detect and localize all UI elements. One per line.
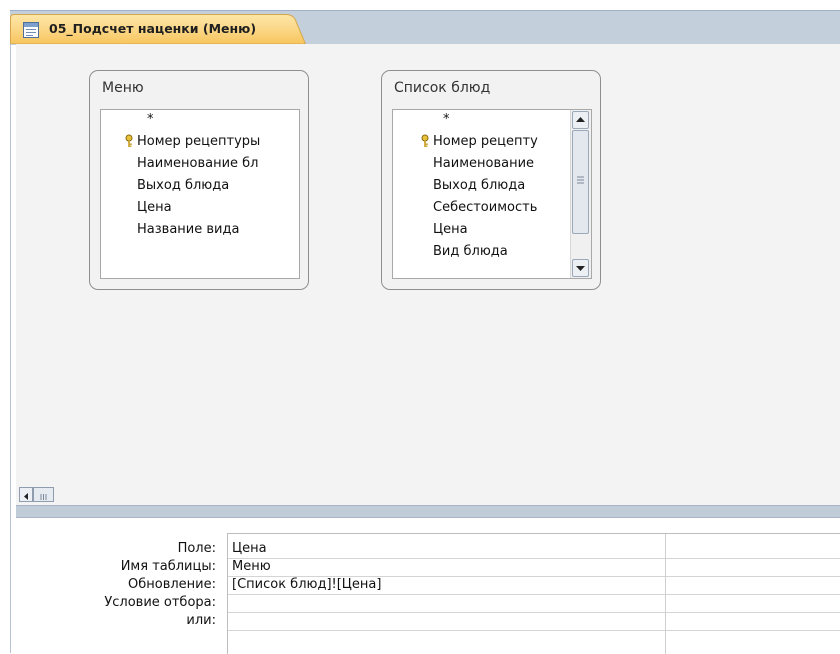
grid-column-divider[interactable] (665, 534, 666, 654)
table-dish-list-field-list[interactable]: * Номер рецепту Наименование Выход блюда… (392, 109, 592, 279)
table-menu-title: Меню (102, 80, 144, 96)
grid-row-or (228, 613, 840, 631)
arrow-left-icon (24, 493, 28, 500)
grid-cell[interactable]: Цена (228, 541, 665, 558)
tab-title: 05_Подсчет наценки (Меню) (49, 21, 257, 36)
left-border (10, 44, 11, 653)
horizontal-scroll-thumb[interactable] (33, 487, 54, 502)
table-menu[interactable]: Меню * Номер рецептуры Наименование бл В… (89, 70, 309, 290)
arrow-up-icon (576, 117, 585, 122)
thumb-grip-icon (577, 176, 584, 184)
grid-cell[interactable] (666, 577, 840, 594)
field-recipe-number[interactable]: Номер рецепту (433, 134, 538, 149)
horizontal-scrollbar[interactable] (16, 484, 840, 505)
field-recipe-number[interactable]: Номер рецептуры (137, 134, 260, 149)
grid-cell[interactable] (666, 559, 840, 576)
query-grid-pane[interactable]: Поле: Имя таблицы: Обновление: Условие о… (16, 518, 840, 654)
query-design-icon (23, 22, 39, 38)
row-label-field: Поле: (177, 541, 216, 556)
grid-row-table-name: Меню (228, 559, 840, 577)
field-all[interactable]: * (147, 112, 154, 127)
primary-key-icon (421, 134, 429, 147)
grid-row-criteria (228, 595, 840, 613)
primary-key-icon (125, 134, 133, 147)
field-dish-type[interactable]: Вид блюда (433, 244, 508, 259)
row-label-update: Обновление: (128, 577, 216, 592)
pane-splitter[interactable] (16, 505, 840, 518)
field-price[interactable]: Цена (433, 222, 468, 237)
field-dish-name[interactable]: Наименование бл (137, 156, 258, 171)
scroll-thumb[interactable] (572, 130, 589, 234)
grid-cell[interactable] (666, 541, 840, 558)
field-list-scrollbar[interactable] (570, 110, 591, 278)
scroll-down-button[interactable] (572, 259, 589, 277)
field-type-name[interactable]: Название вида (137, 222, 239, 237)
field-all[interactable]: * (443, 112, 450, 127)
table-dish-list[interactable]: Список блюд * Номер рецепту Наименование… (381, 70, 601, 290)
grid-cell[interactable] (666, 613, 840, 630)
field-price[interactable]: Цена (137, 200, 172, 215)
scroll-up-button[interactable] (572, 111, 589, 129)
table-menu-field-list[interactable]: * Номер рецептуры Наименование бл Выход … (100, 109, 300, 279)
grid-cell[interactable]: [Список блюд]![Цена] (228, 577, 665, 594)
table-dish-list-title: Список блюд (394, 80, 491, 96)
query-tab[interactable]: 05_Подсчет наценки (Меню) (10, 14, 306, 44)
arrow-down-icon (576, 266, 585, 271)
window-top-strip (0, 0, 840, 10)
field-dish-name[interactable]: Наименование (433, 156, 534, 171)
table-design-area[interactable]: Меню * Номер рецептуры Наименование бл В… (16, 44, 840, 484)
grid-cell[interactable] (228, 595, 665, 612)
grid-cell[interactable] (666, 595, 840, 612)
scroll-left-button[interactable] (19, 487, 33, 502)
query-design-grid: Цена Меню [Список блюд]![Цена] (227, 533, 840, 654)
grid-row-field: Цена (228, 541, 840, 559)
field-dish-output[interactable]: Выход блюда (137, 178, 229, 193)
grid-cell[interactable]: Меню (228, 559, 665, 576)
grid-row-update: [Список блюд]![Цена] (228, 577, 840, 595)
grid-cell[interactable] (228, 613, 665, 630)
row-label-criteria: Условие отбора: (104, 595, 216, 610)
row-label-or: или: (186, 613, 216, 628)
thumb-grip-icon (40, 494, 47, 500)
field-cost[interactable]: Себестоимость (433, 200, 537, 215)
field-dish-output[interactable]: Выход блюда (433, 178, 525, 193)
row-label-table-name: Имя таблицы: (120, 559, 216, 574)
